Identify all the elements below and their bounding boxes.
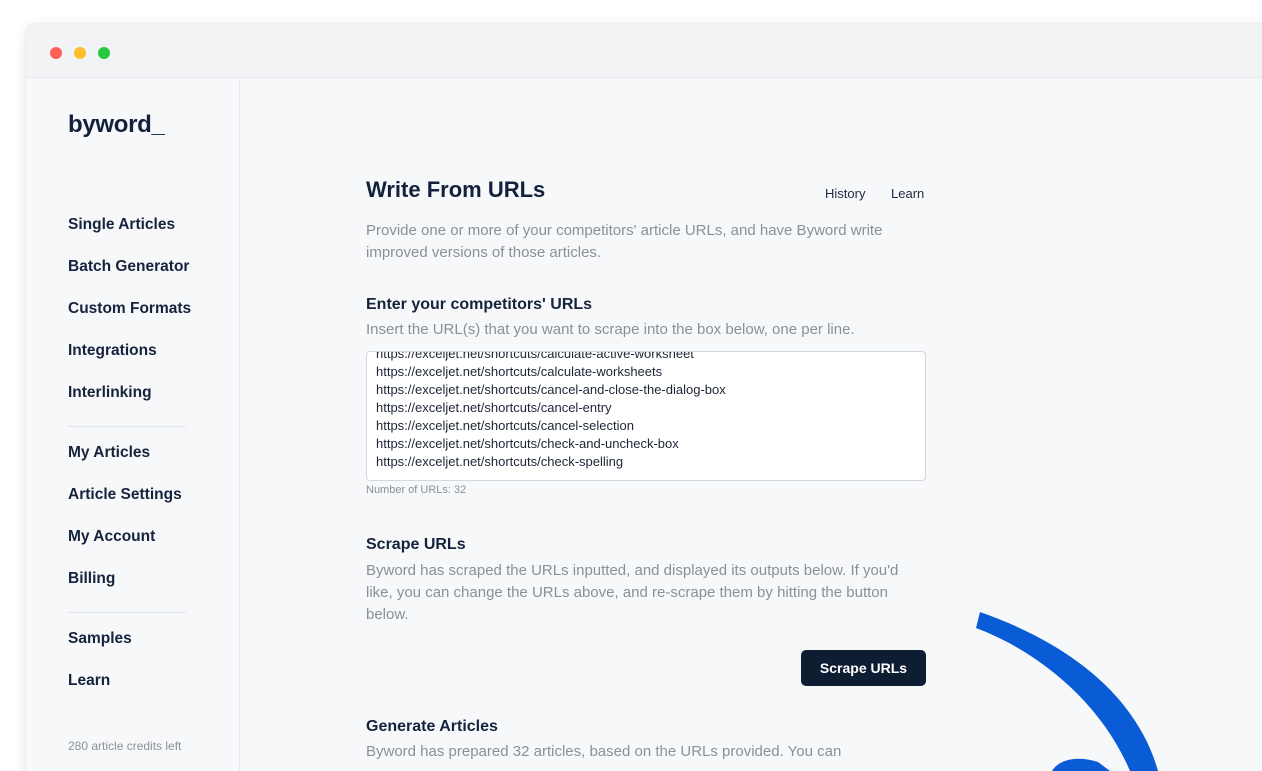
sidebar-item-interlinking[interactable]: Interlinking	[68, 384, 152, 402]
sidebar-item-article-settings[interactable]: Article Settings	[68, 486, 182, 504]
url-count: Number of URLs: 32	[366, 484, 467, 496]
urls-section-description: Insert the URL(s) that you want to scrap…	[366, 321, 855, 338]
urls-section-title: Enter your competitors' URLs	[366, 296, 593, 313]
sidebar: byword_ Single Articles Batch Generator …	[26, 79, 240, 771]
window-titlebar	[26, 24, 1262, 78]
url-line: https://exceljet.net/shortcuts/calculate…	[376, 351, 694, 361]
minimize-window-button[interactable]	[74, 47, 86, 59]
sidebar-item-integrations[interactable]: Integrations	[68, 342, 157, 360]
sidebar-divider	[68, 426, 186, 427]
url-line: https://exceljet.net/shortcuts/cancel-en…	[376, 400, 612, 415]
sidebar-item-my-articles[interactable]: My Articles	[68, 444, 150, 462]
logo[interactable]: byword_	[68, 111, 165, 139]
screenshot-stage: byword_ Single Articles Batch Generator …	[0, 0, 1262, 771]
browser-window: byword_ Single Articles Batch Generator …	[26, 24, 1262, 771]
scrape-urls-button[interactable]: Scrape URLs	[801, 650, 926, 686]
sidebar-item-custom-formats[interactable]: Custom Formats	[68, 300, 191, 318]
sidebar-item-samples[interactable]: Samples	[68, 630, 132, 648]
url-line: https://exceljet.net/shortcuts/check-spe…	[376, 454, 624, 469]
credits-remaining: 280 article credits left	[68, 739, 182, 753]
sidebar-divider	[68, 612, 186, 613]
sidebar-item-my-account[interactable]: My Account	[68, 528, 155, 546]
url-list: https://exceljet.net/shortcuts/calculate…	[376, 351, 726, 471]
url-line: https://exceljet.net/shortcuts/calculate…	[376, 364, 663, 379]
page-title: Write From URLs	[366, 177, 546, 202]
maximize-window-button[interactable]	[98, 47, 110, 59]
close-window-button[interactable]	[50, 47, 62, 59]
scrape-section-title: Scrape URLs	[366, 536, 466, 553]
scrape-section-description: Byword has scraped the URLs inputted, an…	[366, 562, 899, 623]
generate-section-description: Byword has prepared 32 articles, based o…	[366, 743, 842, 760]
main-content: Write From URLs History Learn Provide on…	[241, 79, 1262, 771]
url-line: https://exceljet.net/shortcuts/check-and…	[376, 436, 679, 451]
generate-section-title: Generate Articles	[366, 718, 498, 735]
url-textarea[interactable]: https://exceljet.net/shortcuts/calculate…	[366, 351, 926, 481]
sidebar-item-single-articles[interactable]: Single Articles	[68, 216, 175, 234]
history-link[interactable]: History	[825, 186, 865, 201]
sidebar-item-billing[interactable]: Billing	[68, 570, 115, 588]
intro-text: Provide one or more of your competitors'…	[366, 222, 883, 261]
url-line: https://exceljet.net/shortcuts/cancel-an…	[376, 382, 726, 397]
url-line: https://exceljet.net/shortcuts/cancel-se…	[376, 418, 634, 433]
sidebar-item-batch-generator[interactable]: Batch Generator	[68, 258, 189, 276]
learn-link[interactable]: Learn	[891, 186, 924, 201]
sidebar-item-learn[interactable]: Learn	[68, 672, 110, 690]
